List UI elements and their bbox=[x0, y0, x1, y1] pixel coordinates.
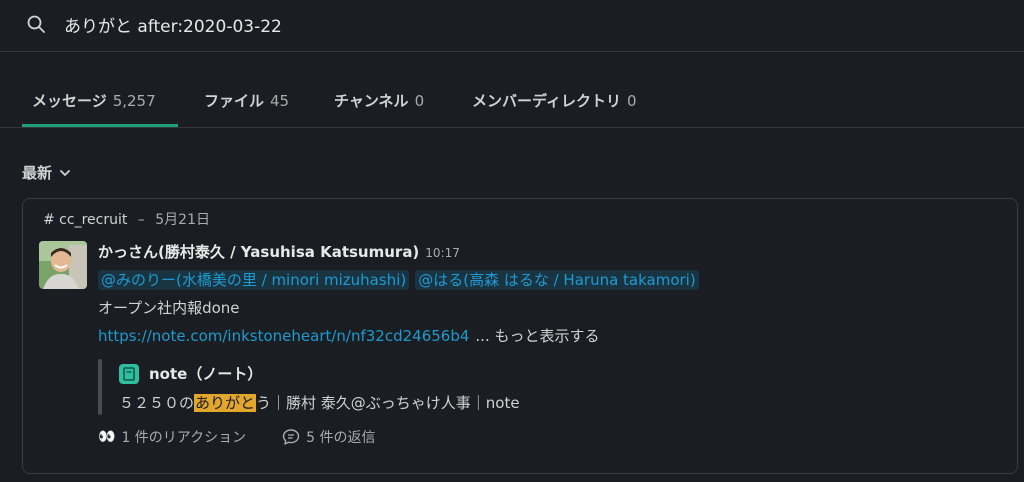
reply-summary[interactable]: 5 件の返信 bbox=[282, 427, 375, 447]
tab-messages[interactable]: メッセージ 5,257 bbox=[32, 90, 156, 111]
tab-files[interactable]: ファイル 45 bbox=[204, 90, 289, 111]
reply-count-label: 5 件の返信 bbox=[306, 430, 376, 446]
active-tab-indicator bbox=[22, 124, 178, 127]
message-body: オープン社内報done bbox=[98, 299, 240, 317]
search-result-card[interactable]: # cc_recruit – 5月21日 かっさん(勝村泰久 / Yasuhis… bbox=[22, 198, 1018, 474]
tab-label: メッセージ bbox=[32, 92, 107, 110]
unfurl-description[interactable]: ５２５０のありがとう｜勝村 泰久@ぶっちゃけ人事｜note bbox=[119, 392, 520, 413]
avatar-photo bbox=[39, 241, 87, 289]
message-footer: 👀 1 件のリアクション 5 件の返信 bbox=[98, 427, 375, 447]
channel-name[interactable]: # cc_recruit bbox=[43, 212, 127, 228]
message-url[interactable]: https://note.com/inkstoneheart/n/nf32cd2… bbox=[98, 327, 469, 345]
sort-dropdown[interactable]: 最新 bbox=[22, 162, 70, 183]
tab-count: 45 bbox=[270, 92, 290, 110]
sort-label: 最新 bbox=[22, 164, 53, 182]
result-meta: # cc_recruit – 5月21日 bbox=[43, 209, 210, 229]
message-time[interactable]: 10:17 bbox=[425, 246, 460, 260]
meta-separator: – bbox=[137, 212, 145, 228]
result-tabs: メッセージ 5,257 ファイル 45 チャンネル 0 メンバーディレクトリ 0 bbox=[0, 52, 1024, 128]
eyes-icon: 👀 bbox=[98, 429, 116, 445]
tab-count: 0 bbox=[414, 92, 425, 110]
chevron-down-icon bbox=[60, 169, 70, 176]
mention-link[interactable]: @はる(高森 はるな / Haruna takamori) bbox=[415, 270, 699, 290]
message-date: 5月21日 bbox=[155, 212, 210, 228]
search-query[interactable]: ありがと after:2020-03-22 bbox=[64, 12, 282, 37]
reaction-count-label: 1 件のリアクション bbox=[121, 430, 247, 446]
mention-link[interactable]: @みのりー(水橋美の里 / minori mizuhashi) bbox=[98, 270, 410, 290]
search-icon bbox=[27, 15, 45, 33]
tab-label: ファイル bbox=[204, 92, 265, 110]
message-header: かっさん(勝村泰久 / Yasuhisa Katsumura) 10:17 bbox=[98, 241, 460, 262]
tab-count: 5,257 bbox=[112, 92, 156, 110]
message-link-line: https://note.com/inkstoneheart/n/nf32cd2… bbox=[98, 325, 599, 346]
unfurl-header: note（ノート） bbox=[119, 363, 262, 384]
author-name[interactable]: かっさん(勝村泰久 / Yasuhisa Katsumura) bbox=[98, 243, 419, 261]
tab-member-directory[interactable]: メンバーディレクトリ 0 bbox=[472, 90, 637, 111]
tab-channels[interactable]: チャンネル 0 bbox=[334, 90, 424, 111]
note-icon bbox=[119, 363, 139, 384]
tab-count: 0 bbox=[626, 92, 637, 110]
reaction-summary[interactable]: 👀 1 件のリアクション bbox=[98, 427, 246, 447]
search-bar[interactable]: ありがと after:2020-03-22 bbox=[0, 0, 1024, 52]
tab-label: メンバーディレクトリ bbox=[472, 92, 621, 110]
search-highlight: ありがと bbox=[194, 394, 257, 412]
unfurl-desc-before: ５２５０の bbox=[119, 394, 195, 412]
unfurl-title[interactable]: note（ノート） bbox=[149, 363, 262, 384]
thread-reply-icon bbox=[282, 429, 300, 445]
show-more-link[interactable]: ... もっと表示する bbox=[475, 327, 599, 345]
unfurl-desc-after: う｜勝村 泰久@ぶっちゃけ人事｜note bbox=[256, 394, 520, 412]
avatar[interactable] bbox=[39, 241, 87, 289]
tab-label: チャンネル bbox=[334, 92, 409, 110]
unfurl-border bbox=[98, 359, 102, 415]
mentions-line: @みのりー(水橋美の里 / minori mizuhashi) @はる(高森 はる… bbox=[98, 269, 705, 290]
